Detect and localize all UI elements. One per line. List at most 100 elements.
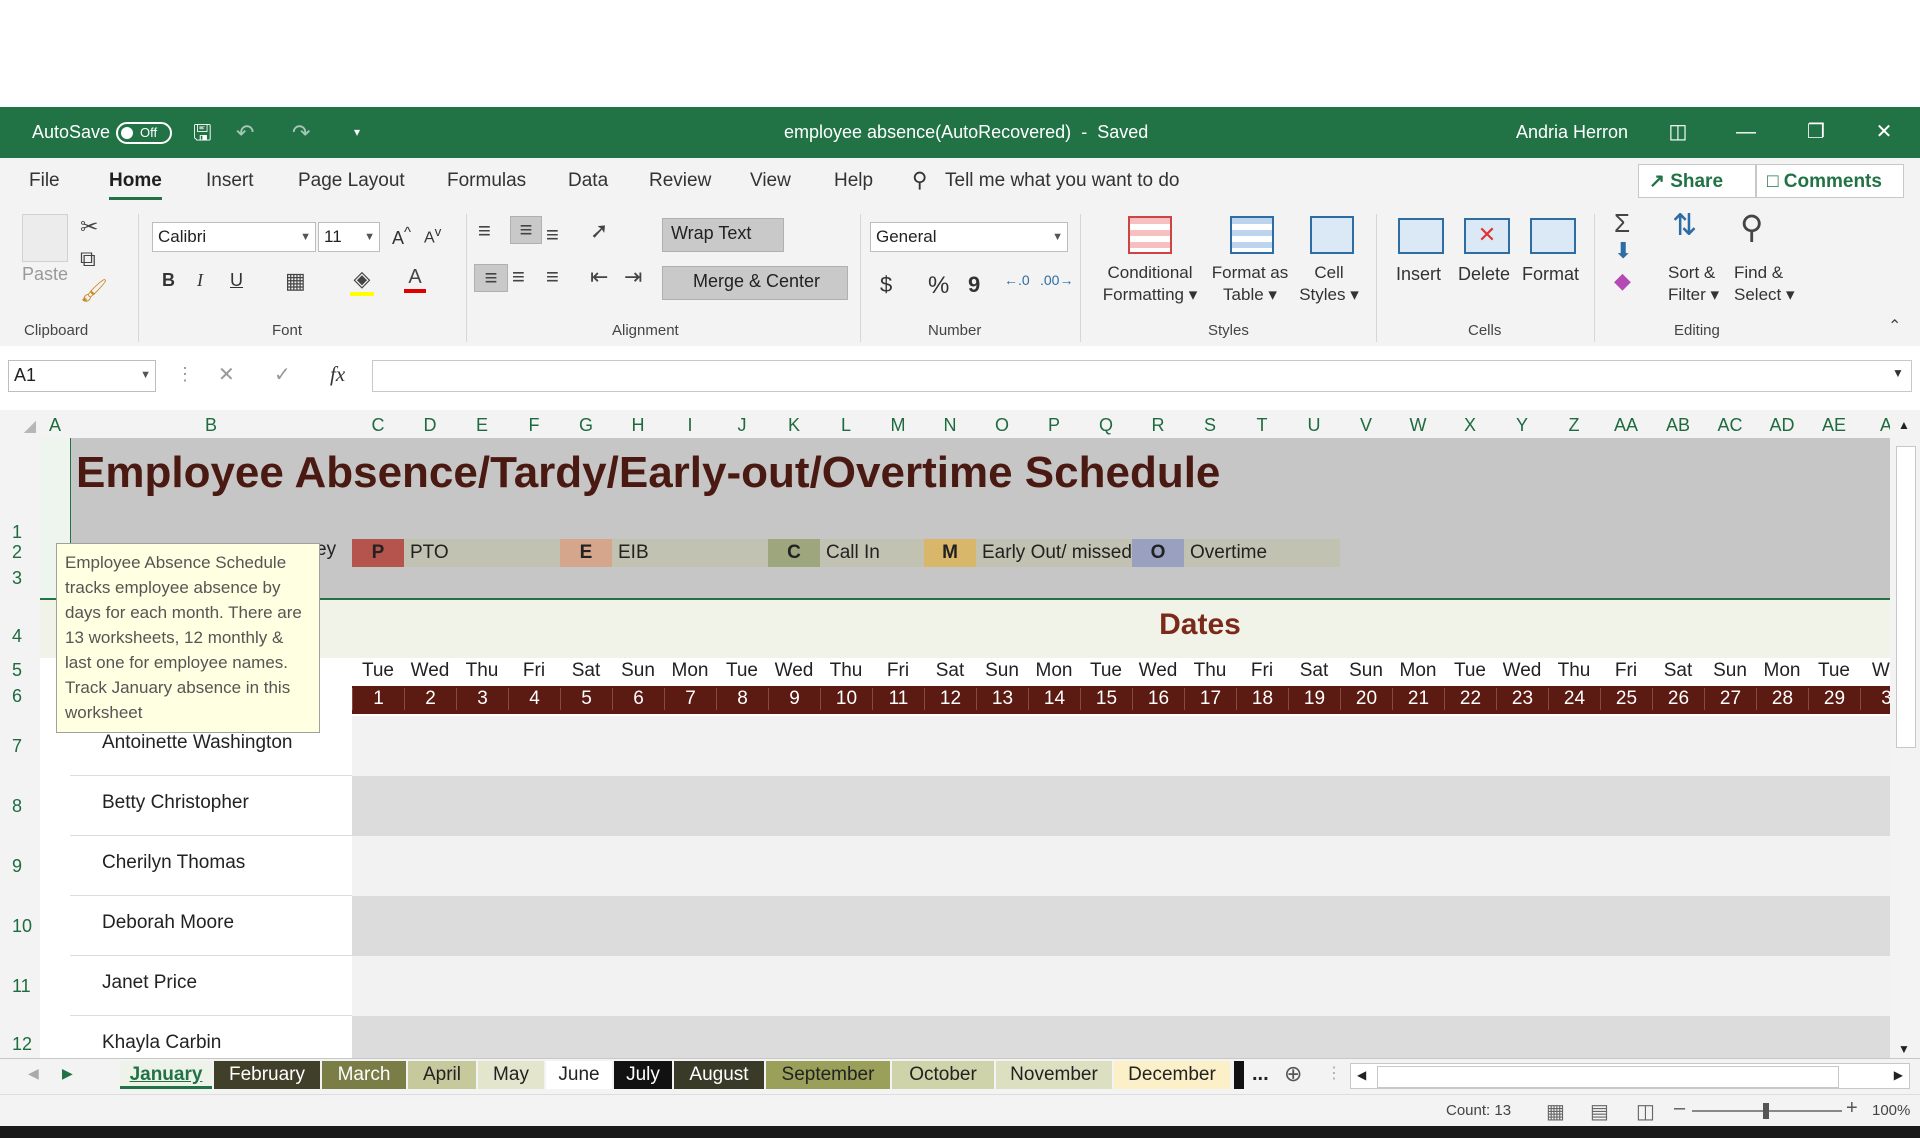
row-header[interactable]: 8 — [0, 796, 38, 817]
column-header[interactable]: S — [1184, 410, 1236, 438]
menu-formulas[interactable]: Formulas — [447, 158, 526, 204]
decrease-decimal-icon[interactable]: .00→ — [1040, 272, 1073, 288]
menu-home[interactable]: Home — [109, 158, 162, 204]
sheet-tab-november[interactable]: November — [996, 1061, 1112, 1089]
page-layout-view-icon[interactable]: ▤ — [1590, 1099, 1609, 1124]
column-header[interactable]: AA — [1600, 410, 1652, 438]
sheet-tab-may[interactable]: May — [478, 1061, 544, 1089]
scroll-down-icon[interactable]: ▼ — [1898, 1042, 1910, 1056]
autosum-icon[interactable]: Σ — [1614, 208, 1630, 239]
column-header[interactable]: F — [508, 410, 560, 438]
more-sheets-button[interactable]: ... — [1252, 1063, 1269, 1086]
row-header[interactable]: 6 — [0, 686, 38, 707]
zoom-slider-thumb[interactable] — [1763, 1103, 1769, 1119]
comments-button[interactable]: □ Comments — [1756, 164, 1904, 198]
scroll-right-icon[interactable]: ▶ — [1894, 1068, 1903, 1082]
sort-filter-button[interactable]: Sort & Filter ▾ — [1668, 262, 1719, 306]
decrease-indent-icon[interactable]: ⇤ — [590, 264, 608, 290]
delete-cells-button[interactable]: Delete — [1458, 264, 1510, 285]
sheet-tab-july[interactable]: July — [614, 1061, 672, 1089]
column-header[interactable]: P — [1028, 410, 1080, 438]
zoom-out-icon[interactable]: – — [1674, 1097, 1685, 1120]
wrap-text-button[interactable]: Wrap Text — [662, 218, 784, 252]
ribbon-display-icon[interactable]: ◫ — [1648, 107, 1708, 158]
column-header[interactable]: C — [352, 410, 404, 438]
employee-row[interactable]: Khayla Carbin — [70, 1016, 352, 1058]
menu-file[interactable]: File — [29, 158, 60, 204]
attendance-row[interactable] — [352, 896, 1890, 956]
attendance-row[interactable] — [352, 716, 1890, 776]
attendance-row[interactable] — [352, 1016, 1890, 1058]
column-header[interactable]: L — [820, 410, 872, 438]
add-sheet-icon[interactable]: ⊕ — [1284, 1061, 1302, 1087]
horizontal-scrollbar[interactable]: ◀ ▶ — [1350, 1063, 1910, 1089]
conditional-formatting-icon[interactable] — [1128, 216, 1172, 254]
column-header[interactable]: B — [70, 410, 352, 438]
collapse-ribbon-icon[interactable]: ⌃ — [1888, 316, 1901, 336]
align-right-icon[interactable]: ≡ — [546, 264, 559, 290]
zoom-in-icon[interactable]: + — [1846, 1097, 1858, 1120]
format-painter-icon[interactable]: 🖌 — [80, 278, 108, 304]
align-top-icon[interactable]: ≡ — [478, 218, 491, 244]
increase-indent-icon[interactable]: ⇥ — [624, 264, 642, 290]
hscroll-thumb[interactable] — [1377, 1066, 1839, 1088]
find-select-button[interactable]: Find & Select ▾ — [1734, 262, 1795, 306]
merge-center-button[interactable]: Merge & Center — [662, 266, 848, 300]
cut-icon[interactable]: ✂ — [80, 214, 98, 240]
sheet-tab-march[interactable]: March — [322, 1061, 406, 1089]
column-header[interactable]: AD — [1756, 410, 1808, 438]
sheet-tab-april[interactable]: April — [408, 1061, 476, 1089]
menu-review[interactable]: Review — [649, 158, 711, 204]
formula-input[interactable] — [372, 360, 1912, 392]
attendance-row[interactable] — [352, 776, 1890, 836]
column-header[interactable]: H — [612, 410, 664, 438]
cell-styles-button[interactable]: Cell Styles ▾ — [1296, 262, 1362, 306]
sheet-tab-september[interactable]: September — [766, 1061, 890, 1089]
clear-icon[interactable]: ◆ — [1614, 268, 1631, 294]
paste-icon[interactable] — [22, 214, 68, 262]
restore-icon[interactable]: ❐ — [1786, 107, 1846, 158]
paste-button[interactable]: Paste — [22, 264, 68, 285]
menu-help[interactable]: Help — [834, 158, 873, 204]
menu-insert[interactable]: Insert — [206, 158, 254, 204]
comma-button[interactable]: 9 — [968, 272, 980, 298]
column-header[interactable]: N — [924, 410, 976, 438]
autosave-toggle[interactable]: Off — [116, 122, 172, 144]
bold-button[interactable]: B — [162, 270, 175, 291]
row-header[interactable]: 5 — [0, 660, 38, 681]
format-as-table-icon[interactable] — [1230, 216, 1274, 254]
save-icon[interactable]: 🖫 — [193, 107, 212, 158]
row-header[interactable]: 11 — [0, 976, 38, 997]
column-header[interactable]: T — [1236, 410, 1288, 438]
sheet-tab-february[interactable]: February — [214, 1061, 320, 1089]
column-header[interactable]: A — [40, 410, 70, 438]
font-size-combo[interactable]: 11 ▼ — [318, 222, 380, 252]
fill-icon[interactable]: ⬇ — [1614, 238, 1632, 264]
row-header[interactable]: 3 — [0, 568, 38, 589]
minimize-icon[interactable]: — — [1716, 107, 1776, 158]
format-as-table-button[interactable]: Format as Table ▾ — [1208, 262, 1292, 306]
employee-row[interactable]: Deborah Moore — [70, 896, 352, 956]
cell-styles-icon[interactable] — [1310, 216, 1354, 254]
sheet-tab-december[interactable]: December — [1114, 1061, 1230, 1089]
copy-icon[interactable]: ⧉ — [80, 246, 96, 272]
sort-filter-icon[interactable]: ⇅ — [1672, 208, 1697, 243]
customize-qat-icon[interactable]: ▾ — [354, 107, 360, 158]
italic-button[interactable]: I — [197, 270, 203, 291]
tell-me-search[interactable]: Tell me what you want to do — [945, 158, 1179, 204]
sheet-tab-january[interactable]: January — [120, 1061, 212, 1089]
column-header[interactable]: Y — [1496, 410, 1548, 438]
column-header[interactable]: M — [872, 410, 924, 438]
confirm-entry-icon[interactable]: ✓ — [274, 362, 291, 387]
column-header[interactable]: D — [404, 410, 456, 438]
column-header[interactable]: AB — [1652, 410, 1704, 438]
expand-formula-icon[interactable]: ▼ — [1892, 366, 1904, 380]
row-header[interactable]: 7 — [0, 736, 38, 757]
font-name-combo[interactable]: Calibri ▼ — [152, 222, 316, 252]
sheet-tab-august[interactable]: August — [674, 1061, 764, 1089]
column-header[interactable]: E — [456, 410, 508, 438]
insert-cells-icon[interactable] — [1398, 218, 1444, 254]
find-select-icon[interactable]: ⚲ — [1740, 208, 1763, 246]
page-break-view-icon[interactable]: ◫ — [1636, 1099, 1655, 1124]
align-left-icon[interactable]: ≡ — [474, 264, 508, 292]
